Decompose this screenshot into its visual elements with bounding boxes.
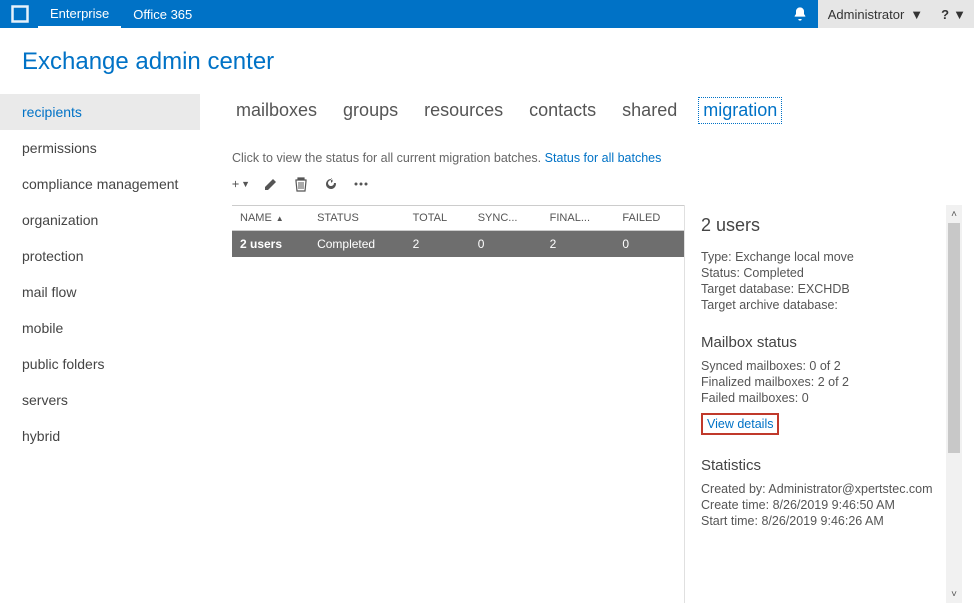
col-status[interactable]: STATUS xyxy=(309,206,405,231)
user-menu[interactable]: Administrator ▼ xyxy=(818,0,933,28)
col-synced[interactable]: SYNC... xyxy=(470,206,542,231)
caret-down-icon: ▼ xyxy=(953,7,966,22)
status-all-batches-link[interactable]: Status for all batches xyxy=(545,151,662,165)
office-logo-icon xyxy=(10,4,30,24)
details-title: 2 users xyxy=(701,215,948,236)
tabs: mailboxes groups resources contacts shar… xyxy=(232,98,962,123)
nav-office365-label: Office 365 xyxy=(133,7,192,22)
caret-down-icon: ▼ xyxy=(241,179,250,189)
sidebar-item-label: organization xyxy=(22,212,98,228)
scroll-up-icon[interactable]: ˄ xyxy=(948,207,960,221)
help-menu[interactable]: ? ▼ xyxy=(933,0,974,28)
scroll-down-icon[interactable]: ˅ xyxy=(948,587,960,601)
cell-name: 2 users xyxy=(232,231,309,258)
hint-text: Click to view the status for all current… xyxy=(232,151,541,165)
sidebar-item-mobile[interactable]: mobile xyxy=(0,310,200,346)
sidebar-item-organization[interactable]: organization xyxy=(0,202,200,238)
page-title: Exchange admin center xyxy=(22,48,974,76)
scrollbar[interactable]: ˄ ˅ xyxy=(946,205,962,603)
sidebar-item-label: compliance management xyxy=(22,176,178,192)
toolbar: ▼ xyxy=(232,175,962,193)
nav-office365[interactable]: Office 365 xyxy=(121,0,204,28)
tab-label: groups xyxy=(343,100,398,120)
view-details-link[interactable]: View details xyxy=(701,413,779,435)
user-name: Administrator xyxy=(828,7,905,22)
sidebar-item-servers[interactable]: servers xyxy=(0,382,200,418)
tab-label: contacts xyxy=(529,100,596,120)
mailbox-status-title: Mailbox status xyxy=(701,334,948,351)
tab-label: shared xyxy=(622,100,677,120)
status-hint: Click to view the status for all current… xyxy=(232,151,962,165)
notifications-button[interactable] xyxy=(782,6,818,22)
nav-enterprise[interactable]: Enterprise xyxy=(38,0,121,28)
sidebar-item-permissions[interactable]: permissions xyxy=(0,130,200,166)
main: recipients permissions compliance manage… xyxy=(0,94,974,603)
table-header-row: NAME▲ STATUS TOTAL SYNC... FINAL... FAIL… xyxy=(232,206,684,231)
cell-failed: 0 xyxy=(614,231,684,258)
tab-mailboxes[interactable]: mailboxes xyxy=(232,98,321,123)
details-pane: ˄ ˅ 2 users TypeExchange local move Stat… xyxy=(684,205,962,603)
detail-status: StatusCompleted xyxy=(701,266,948,280)
scrollbar-thumb[interactable] xyxy=(948,223,960,453)
more-button[interactable] xyxy=(352,175,370,193)
col-name[interactable]: NAME▲ xyxy=(232,206,309,231)
tab-contacts[interactable]: contacts xyxy=(525,98,600,123)
tab-migration[interactable]: migration xyxy=(699,98,781,123)
tab-label: resources xyxy=(424,100,503,120)
sidebar-item-hybrid[interactable]: hybrid xyxy=(0,418,200,454)
cell-status: Completed xyxy=(309,231,405,258)
sidebar-item-label: recipients xyxy=(22,104,82,120)
col-total[interactable]: TOTAL xyxy=(405,206,470,231)
top-bar: Enterprise Office 365 Administrator ▼ ? … xyxy=(0,0,974,28)
detail-finalized: Finalized mailboxes2 of 2 xyxy=(701,375,948,389)
cell-total: 2 xyxy=(405,231,470,258)
refresh-button[interactable] xyxy=(322,175,340,193)
table-wrap: NAME▲ STATUS TOTAL SYNC... FINAL... FAIL… xyxy=(232,205,684,603)
tab-shared[interactable]: shared xyxy=(618,98,681,123)
sidebar-item-publicfolders[interactable]: public folders xyxy=(0,346,200,382)
page-title-area: Exchange admin center xyxy=(0,28,974,94)
content: mailboxes groups resources contacts shar… xyxy=(200,94,974,603)
tab-groups[interactable]: groups xyxy=(339,98,402,123)
detail-starttime: Start time8/26/2019 9:46:26 AM xyxy=(701,514,948,528)
cell-synced: 0 xyxy=(470,231,542,258)
sidebar-item-mailflow[interactable]: mail flow xyxy=(0,274,200,310)
caret-down-icon: ▼ xyxy=(910,7,923,22)
sidebar-item-recipients[interactable]: recipients xyxy=(0,94,200,130)
help-icon: ? xyxy=(941,7,949,22)
statistics-title: Statistics xyxy=(701,457,948,474)
sort-asc-icon: ▲ xyxy=(276,214,284,223)
col-finalized[interactable]: FINAL... xyxy=(542,206,615,231)
delete-button[interactable] xyxy=(292,175,310,193)
new-button[interactable]: ▼ xyxy=(232,175,250,193)
detail-synced: Synced mailboxes0 of 2 xyxy=(701,359,948,373)
sidebar-item-label: protection xyxy=(22,248,83,264)
detail-failed: Failed mailboxes0 xyxy=(701,391,948,405)
col-failed[interactable]: FAILED xyxy=(614,206,684,231)
sidebar-item-label: permissions xyxy=(22,140,97,156)
edit-button[interactable] xyxy=(262,175,280,193)
detail-targetdb: Target databaseEXCHDB xyxy=(701,282,948,296)
sidebar: recipients permissions compliance manage… xyxy=(0,94,200,603)
detail-createdby: Created byAdministrator@xpertstec.com xyxy=(701,482,948,496)
sidebar-item-label: servers xyxy=(22,392,68,408)
sidebar-item-label: hybrid xyxy=(22,428,60,444)
migration-table: NAME▲ STATUS TOTAL SYNC... FINAL... FAIL… xyxy=(232,205,684,257)
tab-label: mailboxes xyxy=(236,100,317,120)
detail-targetarchive: Target archive database xyxy=(701,298,948,312)
sidebar-item-label: mail flow xyxy=(22,284,76,300)
table-row[interactable]: 2 users Completed 2 0 2 0 xyxy=(232,231,684,258)
cell-finalized: 2 xyxy=(542,231,615,258)
detail-createtime: Create time8/26/2019 9:46:50 AM xyxy=(701,498,948,512)
sidebar-item-label: public folders xyxy=(22,356,105,372)
detail-type: TypeExchange local move xyxy=(701,250,948,264)
tab-resources[interactable]: resources xyxy=(420,98,507,123)
nav-enterprise-label: Enterprise xyxy=(50,6,109,21)
grid-area: NAME▲ STATUS TOTAL SYNC... FINAL... FAIL… xyxy=(232,205,962,603)
sidebar-item-protection[interactable]: protection xyxy=(0,238,200,274)
sidebar-item-compliance[interactable]: compliance management xyxy=(0,166,200,202)
sidebar-item-label: mobile xyxy=(22,320,63,336)
tab-label: migration xyxy=(703,100,777,120)
